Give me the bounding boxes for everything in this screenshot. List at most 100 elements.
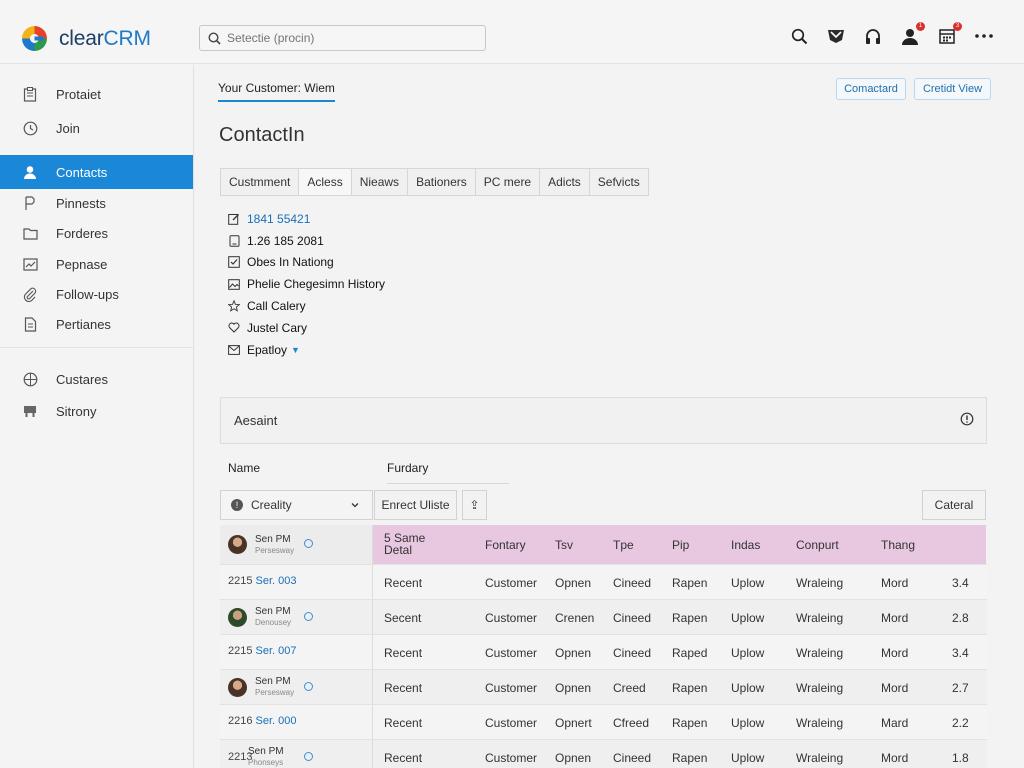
table-cell: Customer (485, 611, 538, 625)
table-cell: Recent (384, 681, 423, 695)
sidebar-item-pinnests[interactable]: Pinnests (0, 188, 193, 218)
detail-row: Justel Cary (228, 317, 385, 339)
info-icon[interactable] (960, 412, 974, 429)
column-header[interactable]: Pip (672, 538, 689, 552)
person-icon (22, 164, 38, 180)
search-icon[interactable] (789, 26, 809, 46)
cateral-button[interactable]: Cateral (922, 490, 986, 520)
row-number: 2215 (228, 575, 253, 587)
table-cell: Mord (881, 576, 909, 590)
calendar-icon[interactable]: 3 (937, 22, 962, 46)
top-bar: clearCRM 1 3 (0, 0, 1024, 64)
user-name-text: Sen PM (255, 534, 291, 545)
comactard-button[interactable]: Comactard (836, 78, 906, 100)
fund-field[interactable]: Furdary (387, 461, 509, 484)
sidebar-item-forderes[interactable]: Forderes (0, 218, 193, 248)
column-header[interactable]: Tpe (613, 538, 634, 552)
headset-icon[interactable] (863, 26, 883, 46)
checkbox-icon (228, 256, 240, 269)
sidebar-item-label: Pinnests (56, 195, 106, 211)
sidebar-item-sitrony[interactable]: Sitrony (0, 396, 193, 426)
filter-select[interactable]: ! Creality (220, 490, 373, 520)
table-cell: Recent (384, 576, 423, 590)
row-id: 2215 Ser. 007 (228, 645, 297, 657)
table-cell: 1.8 (952, 751, 969, 765)
table-cell: Rapen (672, 751, 708, 765)
sidebar-item-custares[interactable]: Custares (0, 364, 193, 394)
table-cell: Cfreed (613, 716, 650, 730)
row-ref-link[interactable]: Ser. 003 (256, 575, 297, 587)
user-sub-text: Phonseys (248, 758, 284, 767)
table-cell: Cineed (613, 576, 652, 590)
table-cell: Uplow (731, 681, 765, 695)
tab-nieaws[interactable]: Nieaws (352, 169, 409, 195)
sidebar-item-label: Pertianes (56, 316, 111, 332)
table-cell: Creed (613, 681, 646, 695)
table-row[interactable]: 2215 Ser. 007 Recent Customer Opnen Cineed Ra… (220, 634, 987, 669)
row-number: 2216 (228, 715, 253, 727)
sidebar-item-protaiet[interactable]: Protaiet (0, 79, 193, 109)
notification-badge: 3 (953, 22, 962, 31)
table-header-row: 5 Same Detal Fontary Tsv Tpe Pip Indas C… (373, 525, 986, 564)
filter-select-value: Creality (251, 498, 292, 512)
user-name: Sen PM Persesway (255, 534, 294, 556)
logo-suffix: CRM (103, 26, 151, 50)
column-header[interactable]: Indas (731, 538, 760, 552)
column-header[interactable]: Conpurt (796, 538, 839, 552)
sidebar-divider (0, 347, 193, 348)
credit-view-button[interactable]: Cretidt View (914, 78, 991, 100)
enrect-uliste-button[interactable]: Enrect Uliste (374, 490, 457, 520)
export-button[interactable]: ⇪ (462, 490, 487, 520)
chart-icon (22, 256, 38, 272)
star-icon (228, 300, 240, 312)
column-header[interactable]: Thang (881, 538, 915, 552)
detail-text: Phelie Chegesimn History (247, 277, 386, 292)
detail-row[interactable]: Epatloy ▼ (228, 339, 385, 361)
tab-adicts[interactable]: Adicts (540, 169, 590, 195)
app-logo[interactable]: clearCRM (20, 24, 151, 53)
sidebar-item-follow-ups[interactable]: Follow-ups (0, 279, 193, 309)
table-row[interactable]: 2215 Ser. 003 Recent Customer Opnen Cineed Ra… (220, 564, 987, 599)
column-header[interactable]: Tsv (555, 538, 573, 552)
table-cell: Wraleing (796, 646, 844, 660)
sidebar-item-label: Sitrony (56, 403, 97, 419)
more-icon[interactable] (974, 26, 994, 46)
contact-details: 1841 55421 1.26 185 2081 Obes In Nationg… (228, 208, 385, 361)
tab-sefvicts[interactable]: Sefvicts (590, 169, 648, 195)
tab-custmment[interactable]: Custmment (221, 169, 300, 195)
column-header[interactable]: Fontary (485, 538, 526, 552)
table-row[interactable]: Sen PM Denousey Secent Customer Crenen Cineed… (220, 599, 987, 634)
sidebar-item-pepnase[interactable]: Pepnase (0, 249, 193, 279)
table-cell: 2.2 (952, 716, 969, 730)
row-ref-link[interactable]: Ser. 000 (256, 715, 297, 727)
pin-icon (22, 195, 38, 211)
table-row[interactable]: 2213 Sen PM Phonseys Recent Customer Opnen Cin… (220, 739, 987, 768)
breadcrumb[interactable]: Your Customer: Wiem (218, 81, 335, 102)
user-icon[interactable]: 1 (900, 22, 925, 46)
sidebar-item-contacts[interactable]: Contacts (0, 155, 193, 189)
sidebar-item-pertianes[interactable]: Pertianes (0, 309, 193, 339)
global-search[interactable] (199, 25, 486, 51)
folder-icon (22, 225, 38, 241)
table-cell: 3.4 (952, 646, 969, 660)
table-row[interactable]: Sen PM Persesway Recent Customer Opnen Creed R… (220, 669, 987, 704)
inbox-icon[interactable] (826, 26, 846, 46)
column-header[interactable]: 5 Same Detal (384, 532, 444, 556)
assistant-panel[interactable]: Aesaint (220, 397, 987, 444)
location-pin-icon (304, 752, 313, 761)
tab-pc-mere[interactable]: PC mere (476, 169, 541, 195)
table-cell: Cineed (613, 751, 652, 765)
tab-bationers[interactable]: Bationers (408, 169, 476, 195)
table-cell: Wraleing (796, 681, 844, 695)
notification-badge: 1 (916, 22, 925, 31)
row-ref-link[interactable]: Ser. 007 (256, 645, 297, 657)
chevron-down-icon[interactable]: ▼ (291, 345, 300, 355)
sidebar-item-join[interactable]: Join (0, 113, 193, 143)
table-cell: Uplow (731, 576, 765, 590)
search-input[interactable] (227, 31, 467, 45)
location-pin-icon (304, 682, 313, 691)
tab-acless[interactable]: Acless (299, 169, 352, 195)
user-name: Sen PM Persesway (255, 676, 294, 698)
table-row[interactable]: 2216 Ser. 000 Recent Customer Opnert Cfreed R… (220, 704, 987, 739)
detail-row[interactable]: 1841 55421 (228, 208, 385, 230)
